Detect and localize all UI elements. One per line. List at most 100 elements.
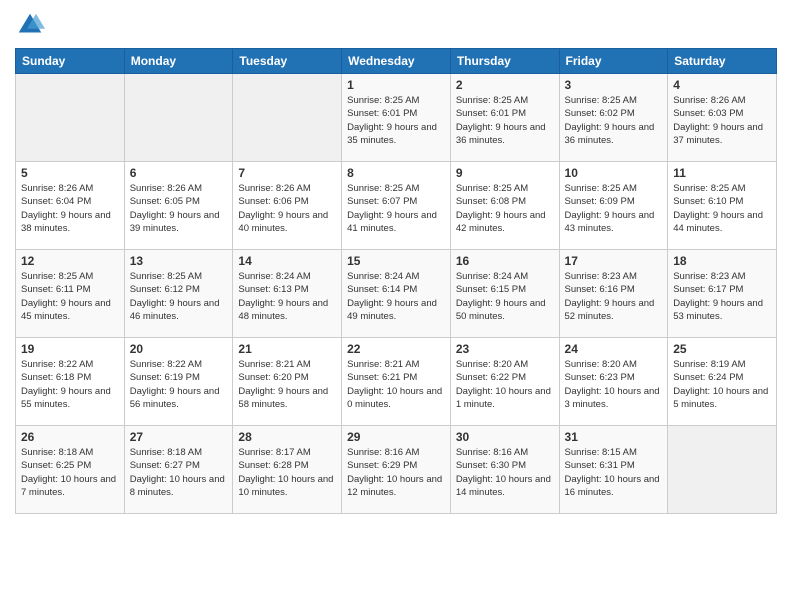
- day-number: 11: [673, 166, 771, 180]
- day-number: 13: [130, 254, 228, 268]
- day-number: 6: [130, 166, 228, 180]
- day-number: 21: [238, 342, 336, 356]
- day-info: Sunrise: 8:24 AM Sunset: 6:14 PM Dayligh…: [347, 270, 445, 323]
- day-info: Sunrise: 8:18 AM Sunset: 6:27 PM Dayligh…: [130, 446, 228, 499]
- day-info: Sunrise: 8:26 AM Sunset: 6:03 PM Dayligh…: [673, 94, 771, 147]
- calendar-cell: 7 Sunrise: 8:26 AM Sunset: 6:06 PM Daylig…: [233, 162, 342, 250]
- calendar-week-4: 19Sunrise: 8:22 AM Sunset: 6:18 PM Dayli…: [16, 338, 777, 426]
- calendar-cell: 22Sunrise: 8:21 AM Sunset: 6:21 PM Dayli…: [342, 338, 451, 426]
- day-info: Sunrise: 8:25 AM Sunset: 6:10 PM Dayligh…: [673, 182, 771, 235]
- calendar-cell: 15 Sunrise: 8:24 AM Sunset: 6:14 PM Dayli…: [342, 250, 451, 338]
- day-number: 25: [673, 342, 771, 356]
- calendar-cell: 28Sunrise: 8:17 AM Sunset: 6:28 PM Dayli…: [233, 426, 342, 514]
- day-number: 1: [347, 78, 445, 92]
- calendar-week-1: 1 Sunrise: 8:25 AM Sunset: 6:01 PM Daylig…: [16, 74, 777, 162]
- calendar-cell: 24 Sunrise: 8:20 AM Sunset: 6:23 PM Dayli…: [559, 338, 668, 426]
- calendar-cell: 23Sunrise: 8:20 AM Sunset: 6:22 PM Dayli…: [450, 338, 559, 426]
- day-info: Sunrise: 8:25 AM Sunset: 6:07 PM Dayligh…: [347, 182, 445, 235]
- calendar-cell: 2 Sunrise: 8:25 AM Sunset: 6:01 PM Daylig…: [450, 74, 559, 162]
- weekday-header-sunday: Sunday: [16, 49, 125, 74]
- calendar-cell: 29 Sunrise: 8:16 AM Sunset: 6:29 PM Dayli…: [342, 426, 451, 514]
- calendar-cell: 5 Sunrise: 8:26 AM Sunset: 6:04 PM Daylig…: [16, 162, 125, 250]
- day-info: Sunrise: 8:20 AM Sunset: 6:23 PM Dayligh…: [565, 358, 663, 411]
- weekday-header-saturday: Saturday: [668, 49, 777, 74]
- day-info: Sunrise: 8:25 AM Sunset: 6:09 PM Dayligh…: [565, 182, 663, 235]
- day-number: 24: [565, 342, 663, 356]
- day-info: Sunrise: 8:21 AM Sunset: 6:20 PM Dayligh…: [238, 358, 336, 411]
- day-number: 16: [456, 254, 554, 268]
- day-number: 19: [21, 342, 119, 356]
- day-number: 15: [347, 254, 445, 268]
- day-info: Sunrise: 8:22 AM Sunset: 6:19 PM Dayligh…: [130, 358, 228, 411]
- header: [15, 10, 777, 40]
- calendar-cell: 13Sunrise: 8:25 AM Sunset: 6:12 PM Dayli…: [124, 250, 233, 338]
- calendar-cell: 27 Sunrise: 8:18 AM Sunset: 6:27 PM Dayli…: [124, 426, 233, 514]
- calendar-cell: 12Sunrise: 8:25 AM Sunset: 6:11 PM Dayli…: [16, 250, 125, 338]
- weekday-header-friday: Friday: [559, 49, 668, 74]
- day-number: 2: [456, 78, 554, 92]
- day-number: 18: [673, 254, 771, 268]
- day-info: Sunrise: 8:25 AM Sunset: 6:08 PM Dayligh…: [456, 182, 554, 235]
- day-number: 29: [347, 430, 445, 444]
- day-number: 3: [565, 78, 663, 92]
- calendar-cell: 11 Sunrise: 8:25 AM Sunset: 6:10 PM Dayli…: [668, 162, 777, 250]
- calendar-cell: 25 Sunrise: 8:19 AM Sunset: 6:24 PM Dayli…: [668, 338, 777, 426]
- calendar-header-row: SundayMondayTuesdayWednesdayThursdayFrid…: [16, 49, 777, 74]
- day-number: 5: [21, 166, 119, 180]
- calendar-cell: 1Sunrise: 8:25 AM Sunset: 6:01 PM Daylig…: [342, 74, 451, 162]
- day-number: 17: [565, 254, 663, 268]
- calendar-cell: 6 Sunrise: 8:26 AM Sunset: 6:05 PM Daylig…: [124, 162, 233, 250]
- day-number: 12: [21, 254, 119, 268]
- day-number: 8: [347, 166, 445, 180]
- calendar-cell: [233, 74, 342, 162]
- day-info: Sunrise: 8:18 AM Sunset: 6:25 PM Dayligh…: [21, 446, 119, 499]
- calendar-week-3: 12Sunrise: 8:25 AM Sunset: 6:11 PM Dayli…: [16, 250, 777, 338]
- day-number: 4: [673, 78, 771, 92]
- day-info: Sunrise: 8:25 AM Sunset: 6:02 PM Dayligh…: [565, 94, 663, 147]
- logo-icon: [15, 10, 45, 40]
- calendar-cell: [16, 74, 125, 162]
- day-info: Sunrise: 8:16 AM Sunset: 6:30 PM Dayligh…: [456, 446, 554, 499]
- calendar-cell: 8 Sunrise: 8:25 AM Sunset: 6:07 PM Daylig…: [342, 162, 451, 250]
- day-info: Sunrise: 8:23 AM Sunset: 6:16 PM Dayligh…: [565, 270, 663, 323]
- day-number: 7: [238, 166, 336, 180]
- day-info: Sunrise: 8:19 AM Sunset: 6:24 PM Dayligh…: [673, 358, 771, 411]
- calendar-cell: 20 Sunrise: 8:22 AM Sunset: 6:19 PM Dayli…: [124, 338, 233, 426]
- calendar-cell: 30 Sunrise: 8:16 AM Sunset: 6:30 PM Dayli…: [450, 426, 559, 514]
- calendar-cell: 14 Sunrise: 8:24 AM Sunset: 6:13 PM Dayli…: [233, 250, 342, 338]
- weekday-header-tuesday: Tuesday: [233, 49, 342, 74]
- day-number: 26: [21, 430, 119, 444]
- day-info: Sunrise: 8:26 AM Sunset: 6:04 PM Dayligh…: [21, 182, 119, 235]
- calendar-cell: [668, 426, 777, 514]
- day-info: Sunrise: 8:16 AM Sunset: 6:29 PM Dayligh…: [347, 446, 445, 499]
- calendar-cell: [124, 74, 233, 162]
- day-info: Sunrise: 8:26 AM Sunset: 6:05 PM Dayligh…: [130, 182, 228, 235]
- day-info: Sunrise: 8:25 AM Sunset: 6:01 PM Dayligh…: [456, 94, 554, 147]
- day-number: 10: [565, 166, 663, 180]
- calendar-cell: 26 Sunrise: 8:18 AM Sunset: 6:25 PM Dayli…: [16, 426, 125, 514]
- calendar-cell: 9 Sunrise: 8:25 AM Sunset: 6:08 PM Daylig…: [450, 162, 559, 250]
- day-info: Sunrise: 8:23 AM Sunset: 6:17 PM Dayligh…: [673, 270, 771, 323]
- day-number: 9: [456, 166, 554, 180]
- day-info: Sunrise: 8:24 AM Sunset: 6:15 PM Dayligh…: [456, 270, 554, 323]
- calendar-cell: 21 Sunrise: 8:21 AM Sunset: 6:20 PM Dayli…: [233, 338, 342, 426]
- day-info: Sunrise: 8:24 AM Sunset: 6:13 PM Dayligh…: [238, 270, 336, 323]
- calendar-cell: 16 Sunrise: 8:24 AM Sunset: 6:15 PM Dayli…: [450, 250, 559, 338]
- calendar-week-2: 5 Sunrise: 8:26 AM Sunset: 6:04 PM Daylig…: [16, 162, 777, 250]
- calendar-cell: 10 Sunrise: 8:25 AM Sunset: 6:09 PM Dayli…: [559, 162, 668, 250]
- day-number: 14: [238, 254, 336, 268]
- day-number: 30: [456, 430, 554, 444]
- day-number: 27: [130, 430, 228, 444]
- day-info: Sunrise: 8:20 AM Sunset: 6:22 PM Dayligh…: [456, 358, 554, 411]
- day-info: Sunrise: 8:15 AM Sunset: 6:31 PM Dayligh…: [565, 446, 663, 499]
- calendar-cell: 18 Sunrise: 8:23 AM Sunset: 6:17 PM Dayli…: [668, 250, 777, 338]
- calendar-cell: 19Sunrise: 8:22 AM Sunset: 6:18 PM Dayli…: [16, 338, 125, 426]
- day-info: Sunrise: 8:21 AM Sunset: 6:21 PM Dayligh…: [347, 358, 445, 411]
- day-number: 31: [565, 430, 663, 444]
- calendar-cell: 17 Sunrise: 8:23 AM Sunset: 6:16 PM Dayli…: [559, 250, 668, 338]
- day-number: 20: [130, 342, 228, 356]
- calendar-cell: 31 Sunrise: 8:15 AM Sunset: 6:31 PM Dayli…: [559, 426, 668, 514]
- day-info: Sunrise: 8:26 AM Sunset: 6:06 PM Dayligh…: [238, 182, 336, 235]
- weekday-header-wednesday: Wednesday: [342, 49, 451, 74]
- weekday-header-monday: Monday: [124, 49, 233, 74]
